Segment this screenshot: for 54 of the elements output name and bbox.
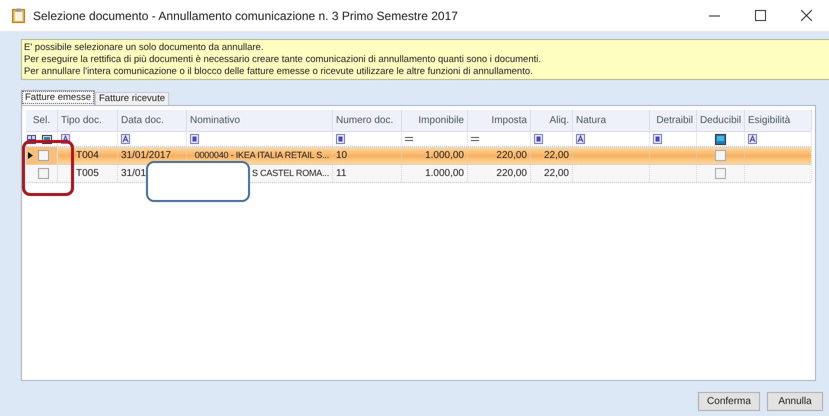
text-filter-icon[interactable] bbox=[748, 134, 757, 144]
close-icon[interactable] bbox=[800, 10, 812, 21]
table-cell-text: 10 bbox=[336, 149, 348, 163]
table-cell-text: T005 bbox=[76, 167, 99, 181]
text-filter-icon[interactable] bbox=[121, 134, 130, 144]
text-filter-icon[interactable] bbox=[576, 134, 585, 144]
column-header[interactable]: Deducibil bbox=[700, 113, 742, 128]
checkbox[interactable] bbox=[715, 168, 726, 179]
column-header[interactable]: Sel. bbox=[32, 113, 50, 128]
column-header[interactable]: Natura bbox=[576, 113, 606, 128]
table-cell-text: 22,00 bbox=[544, 167, 569, 181]
list-filter-icon[interactable] bbox=[190, 134, 199, 144]
checkbox[interactable] bbox=[38, 168, 49, 179]
table-cell-text: 1.000,00 bbox=[425, 167, 464, 181]
column-header[interactable]: Detraibil bbox=[656, 113, 693, 128]
column-header[interactable]: Data doc. bbox=[121, 113, 164, 128]
table-cell-text: 220,00 bbox=[496, 149, 527, 163]
table-cell-text: S CASTEL ROMA... bbox=[252, 166, 329, 180]
row-selector[interactable] bbox=[26, 147, 58, 164]
checkbox[interactable] bbox=[715, 150, 726, 161]
notice-text: Per eseguire la rettifica di più documenti è necessario creare tante comunicazioni di annullamento quanti sono i documenti. bbox=[24, 54, 542, 66]
highlight-frame bbox=[22, 140, 74, 196]
row-indicator-icon bbox=[28, 152, 33, 159]
dialog-button[interactable]: Conferma bbox=[698, 392, 760, 411]
list-filter-icon[interactable] bbox=[336, 134, 345, 144]
column-header[interactable]: Esigibilità bbox=[748, 113, 790, 128]
tab[interactable]: Fatture ricevute bbox=[95, 92, 169, 105]
checkbox[interactable] bbox=[38, 150, 49, 161]
table-cell-text: 31/01/2017 bbox=[121, 149, 172, 163]
table-cell-text: T004 bbox=[76, 149, 99, 163]
notice-text: Per annullare l'intera comunicazione o il blocco delle fatture emesse o ricevute utilizzare le altre funzioni di annullamento. bbox=[24, 66, 534, 78]
checkbox-filter-icon[interactable] bbox=[715, 134, 726, 144]
tab[interactable]: Fatture emesse bbox=[21, 90, 95, 105]
equals-icon[interactable] bbox=[405, 136, 413, 142]
table-cell-text: 1.000,00 bbox=[425, 149, 464, 163]
list-filter-icon[interactable] bbox=[534, 134, 543, 144]
notice-text: E' possibile selezionare un solo documento da annullare. bbox=[24, 42, 264, 54]
column-header[interactable]: Imposta bbox=[491, 113, 527, 128]
table-cell-text: 11 bbox=[336, 167, 346, 181]
table-cell-text: 31/01 bbox=[121, 167, 146, 181]
column-header[interactable]: Nominativo bbox=[190, 113, 240, 128]
column-header[interactable]: Imponibile bbox=[418, 113, 464, 128]
clipboard-icon bbox=[12, 8, 25, 23]
equals-icon[interactable] bbox=[471, 136, 479, 142]
table-cell-text: 22,00 bbox=[544, 149, 569, 163]
maximize-icon[interactable] bbox=[754, 10, 766, 21]
column-header[interactable]: Aliq. bbox=[550, 113, 569, 128]
table-cell-text: 220,00 bbox=[496, 167, 527, 181]
dialog-button[interactable]: Annulla bbox=[767, 392, 823, 411]
window-title: Selezione documento - Annullamento comunicazione n. 3 Primo Semestre 2017 bbox=[33, 8, 458, 24]
column-header[interactable]: Numero doc. bbox=[336, 113, 394, 128]
list-filter-icon[interactable] bbox=[653, 134, 662, 144]
table-cell-text: 0000040 - IKEA ITALIA RETAIL S... bbox=[194, 148, 329, 162]
column-header[interactable]: Tipo doc. bbox=[61, 113, 102, 128]
